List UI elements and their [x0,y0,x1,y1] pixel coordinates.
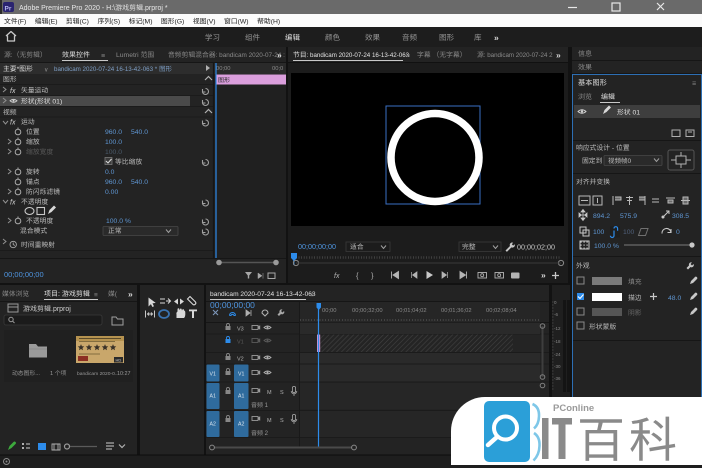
svg-text:(F): (F) [18,19,27,26]
svg-text:-30: -30 [554,364,561,369]
svg-text:0.0: 0.0 [105,169,115,176]
svg-text::: : [11,52,13,59]
svg-text:.prproj: .prproj [51,306,71,313]
svg-text:00;00;00;00: 00;00;00;00 [210,300,255,310]
svg-text:Lumetri: Lumetri [116,52,141,59]
svg-text:S: S [280,418,284,424]
svg-text:≡: ≡ [406,53,410,60]
svg-text:0.00: 0.00 [105,189,118,196]
svg-text:»: » [556,50,561,60]
svg-text:A1: A1 [238,394,244,400]
svg-text:308.5: 308.5 [672,213,689,220]
svg-text:PConline: PConline [553,403,594,414]
svg-text:...: ... [35,371,40,377]
svg-text:V1: V1 [237,340,244,346]
svg-text:≡: ≡ [94,292,98,299]
svg-text:fx: fx [334,273,340,280]
svg-text:»: » [277,50,282,60]
svg-text:Pr: Pr [5,6,12,13]
svg-text:»: » [541,270,546,280]
svg-text:00;01;04;02: 00;01;04;02 [396,308,427,314]
svg-text:100.0 %: 100.0 % [106,218,131,225]
svg-text:(E): (E) [48,19,57,26]
svg-text:A2: A2 [238,422,244,428]
svg-text:.prproj *: .prproj * [143,5,168,12]
svg-text:»: » [494,33,499,43]
svg-text:-6: -6 [554,312,558,317]
svg-text:A1: A1 [210,394,216,400]
svg-text:-18: -18 [554,339,561,344]
svg-text:540.0: 540.0 [131,129,148,136]
svg-text:M: M [267,418,272,424]
svg-text:00;00: 00;00 [322,308,337,314]
svg-text:01): 01) [51,99,63,106]
svg-text:48.0: 48.0 [668,295,681,302]
svg-text:»: » [128,289,133,299]
svg-text:100: 100 [623,229,635,236]
svg-text:(H): (H) [271,19,280,26]
svg-text:≡: ≡ [310,292,314,299]
svg-text:01: 01 [631,110,641,117]
svg-text:960.0: 960.0 [105,129,122,136]
svg-text:575.9: 575.9 [620,213,637,220]
svg-text:1: 1 [263,403,269,409]
svg-text:-24: -24 [554,352,561,357]
svg-text:(M): (M) [142,19,152,26]
svg-text:(W): (W) [238,19,249,26]
svg-text:(V): (V) [207,19,216,26]
svg-text:bandicam 2020-07-24 16-13-42-0: bandicam 2020-07-24 16-13-42-063 [210,291,316,298]
svg-text:HD: HD [116,358,122,363]
svg-text:: bandicam 2020-07-24 :: : bandicam 2020-07-24 : [216,52,286,59]
svg-text:100.0 %: 100.0 % [594,243,619,250]
svg-text:960.0: 960.0 [105,179,122,186]
svg-text:100.0: 100.0 [105,149,122,156]
svg-text:Adobe Premiere Pro 2020 - H:\: Adobe Premiere Pro 2020 - H:\ [19,5,115,12]
svg-text:(G): (G) [175,19,185,26]
svg-text:1: 1 [50,371,55,377]
svg-text:bandicam 2020-07-24 16-13-42-0: bandicam 2020-07-24 16-13-42-063 * [54,66,159,73]
svg-text:100.0: 100.0 [105,139,122,146]
svg-text:2: 2 [263,431,269,437]
svg-text:≡: ≡ [101,53,105,60]
svg-text:*: * [17,66,20,73]
svg-text:00;00;02;00: 00;00;02;00 [517,243,555,252]
svg-text:00;00: 00;00 [216,66,231,72]
svg-text:100: 100 [593,229,605,236]
svg-text:(S): (S) [111,19,120,26]
svg-text:540.0: 540.0 [131,179,148,186]
svg-text:0: 0 [628,158,632,165]
svg-text:00;00;00;00: 00;00;00;00 [4,270,44,279]
svg-text:S: S [280,390,284,396]
svg-text:: bandicam 2020-07-24 16-13-42: : bandicam 2020-07-24 16-13-42-063 [307,52,410,59]
svg-text:A2: A2 [210,422,216,428]
svg-text:≡: ≡ [692,81,696,88]
svg-text:: bandicam 2020-07-24 2: : bandicam 2020-07-24 2 [484,52,553,59]
svg-text:fx: fx [10,88,16,95]
svg-text:-36: -36 [554,376,561,381]
svg-text:894.2: 894.2 [593,213,610,220]
svg-text:00;0: 00;0 [272,66,283,72]
svg-text::: : [58,291,62,298]
svg-text:fx: fx [10,120,16,127]
svg-text:V2: V2 [237,357,244,363]
svg-text:-: - [610,145,616,152]
svg-text:-12: -12 [554,326,561,331]
svg-text:M: M [267,390,272,396]
svg-text:00;00;32;00: 00;00;32;00 [352,308,383,314]
svg-text:bandicam 2020-0..: bandicam 2020-0.. [77,371,118,377]
svg-text:(C): (C) [80,19,89,26]
svg-text:fx: fx [10,200,16,207]
svg-text:V3: V3 [237,327,244,333]
svg-text:∨: ∨ [44,68,48,74]
svg-text:00;01;36;02: 00;01;36;02 [441,308,472,314]
svg-text:10:27: 10:27 [117,371,131,377]
svg-text:0: 0 [676,229,680,236]
svg-text:V1: V1 [210,372,216,378]
svg-text:00;00;00;00: 00;00;00;00 [298,242,336,251]
svg-text:V1: V1 [238,372,244,378]
svg-text:00;02;08;04: 00;02;08;04 [486,308,517,314]
